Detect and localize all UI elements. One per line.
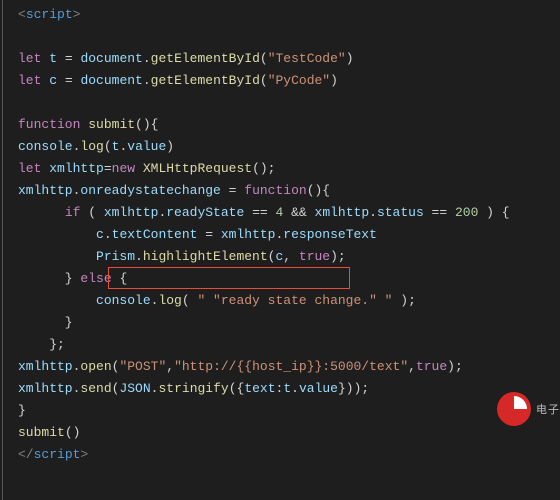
ident: t bbox=[49, 51, 57, 66]
type: XMLHttpRequest bbox=[143, 161, 252, 176]
method: open bbox=[80, 359, 111, 374]
code-line: let t = document.getElementById("TestCod… bbox=[8, 48, 560, 70]
method: log bbox=[158, 293, 181, 308]
code-line: xmlhttp.open("POST","http://{{host_ip}}:… bbox=[8, 356, 560, 378]
code-line: } else { bbox=[8, 268, 560, 290]
ident: Prism bbox=[96, 249, 135, 264]
string: "http://{{host_ip}}:5000/text" bbox=[174, 359, 408, 374]
func-name: submit bbox=[88, 117, 135, 132]
code-line: console.log(t.value) bbox=[8, 136, 560, 158]
ident: console bbox=[96, 293, 151, 308]
prop: responseText bbox=[283, 227, 377, 242]
code-line: xmlhttp.send(JSON.stringify({text:t.valu… bbox=[8, 378, 560, 400]
method: log bbox=[80, 139, 103, 154]
op: = bbox=[221, 183, 244, 198]
method: send bbox=[80, 381, 111, 396]
tag-close-gt: > bbox=[80, 447, 88, 462]
kw-else: else bbox=[80, 271, 111, 286]
ident: document bbox=[80, 51, 142, 66]
ident: c bbox=[96, 227, 104, 242]
code-line: submit() bbox=[8, 422, 560, 444]
prop: textContent bbox=[112, 227, 198, 242]
code-line bbox=[8, 92, 560, 114]
code-line: }; bbox=[8, 334, 560, 356]
ident: JSON bbox=[119, 381, 150, 396]
string: "PyCode" bbox=[268, 73, 330, 88]
tag-close-name: script bbox=[34, 447, 81, 462]
code-line: xmlhttp.onreadystatechange = function(){ bbox=[8, 180, 560, 202]
op: == bbox=[244, 205, 275, 220]
ident: console bbox=[18, 139, 73, 154]
ident: xmlhttp bbox=[18, 183, 73, 198]
code-line: c.textContent = xmlhttp.responseText bbox=[8, 224, 560, 246]
ident: document bbox=[80, 73, 142, 88]
num: 200 bbox=[455, 205, 478, 220]
code-editor[interactable]: <script> let t = document.getElementById… bbox=[0, 0, 560, 500]
prop: value bbox=[299, 381, 338, 396]
kw-let: let bbox=[18, 73, 41, 88]
kw-function: function bbox=[244, 183, 306, 198]
op: = bbox=[197, 227, 220, 242]
tag-close-lt: </ bbox=[18, 447, 34, 462]
op: = bbox=[57, 51, 80, 66]
string: "TestCode" bbox=[268, 51, 346, 66]
code-line: </script> bbox=[8, 444, 560, 466]
code-line: console.log( " "ready state change." " )… bbox=[8, 290, 560, 312]
kw-function: function bbox=[18, 117, 80, 132]
tag-open-name: script bbox=[26, 7, 73, 22]
code-line: } bbox=[8, 312, 560, 334]
method: highlightElement bbox=[143, 249, 268, 264]
ident: xmlhttp bbox=[49, 161, 104, 176]
ident: xmlhttp bbox=[221, 227, 276, 242]
code-line: <script> bbox=[8, 4, 560, 26]
ident: xmlhttp bbox=[104, 205, 159, 220]
op: = bbox=[104, 161, 112, 176]
code-line: } bbox=[8, 400, 560, 422]
method: stringify bbox=[158, 381, 228, 396]
kw-let: let bbox=[18, 161, 41, 176]
kw-new: new bbox=[112, 161, 135, 176]
tag-open-lt: < bbox=[18, 7, 26, 22]
ident: c bbox=[275, 249, 283, 264]
method: getElementById bbox=[151, 73, 260, 88]
prop: onreadystatechange bbox=[80, 183, 220, 198]
kw-true: true bbox=[416, 359, 447, 374]
prop: status bbox=[377, 205, 424, 220]
prop: readyState bbox=[166, 205, 244, 220]
op: == bbox=[424, 205, 455, 220]
ident: xmlhttp bbox=[18, 381, 73, 396]
code-line: if ( xmlhttp.readyState == 4 && xmlhttp.… bbox=[8, 202, 560, 224]
string: "POST" bbox=[119, 359, 166, 374]
string: " "ready state change." " bbox=[197, 293, 392, 308]
ident: xmlhttp bbox=[18, 359, 73, 374]
code-line bbox=[8, 26, 560, 48]
op: && bbox=[283, 205, 314, 220]
kw-let: let bbox=[18, 51, 41, 66]
ident: xmlhttp bbox=[315, 205, 370, 220]
tag-open-gt: > bbox=[73, 7, 81, 22]
ident: t bbox=[283, 381, 291, 396]
code-line: let c = document.getElementById("PyCode"… bbox=[8, 70, 560, 92]
kw-true: true bbox=[299, 249, 330, 264]
ident: c bbox=[49, 73, 57, 88]
code-line: let xmlhttp=new XMLHttpRequest(); bbox=[8, 158, 560, 180]
kw-if: if bbox=[65, 205, 81, 220]
code-line: function submit(){ bbox=[8, 114, 560, 136]
ident: t bbox=[112, 139, 120, 154]
method: getElementById bbox=[151, 51, 260, 66]
prop: text bbox=[244, 381, 275, 396]
prop: value bbox=[127, 139, 166, 154]
func-name: submit bbox=[18, 425, 65, 440]
op: = bbox=[57, 73, 80, 88]
code-line: Prism.highlightElement(c, true); bbox=[8, 246, 560, 268]
